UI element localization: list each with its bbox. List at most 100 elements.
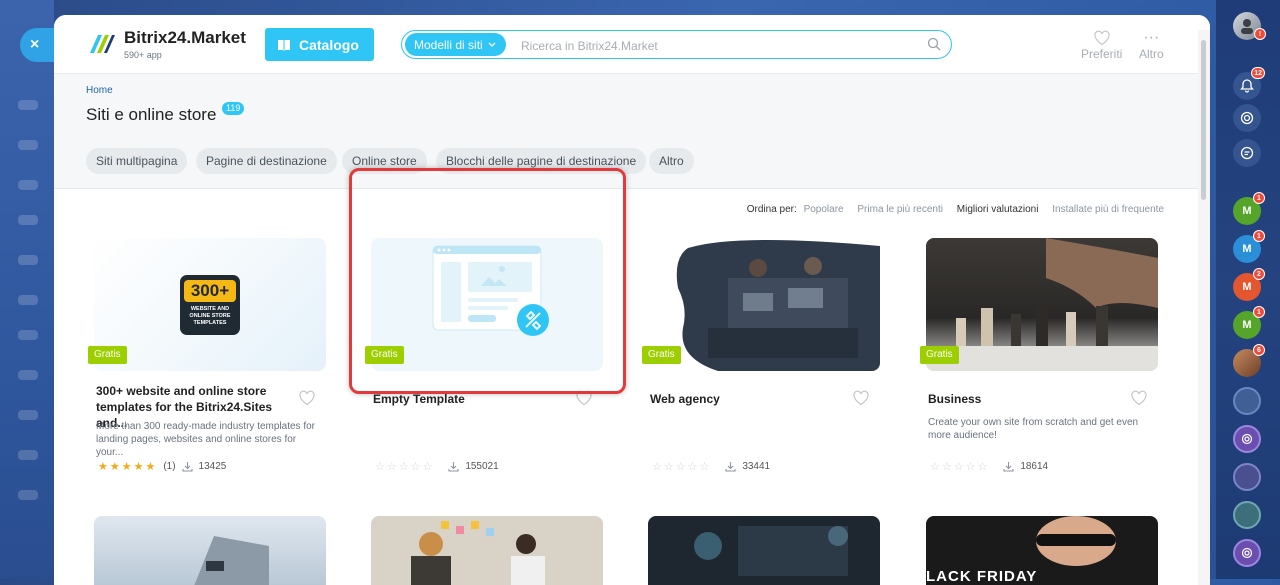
contact-badge: 1 [1253,230,1265,242]
background-ghost [18,295,38,305]
rating-stars: ★★★★★ [98,461,158,473]
spiral-icon [1240,111,1254,125]
template-card-row2-2[interactable] [371,516,603,585]
sort-label: Ordina per: [746,204,797,215]
rating-stars: ☆☆☆☆☆ [930,461,990,473]
market-content: Home Siti e online store 119 Siti multip… [54,74,1198,585]
scrollbar-thumb[interactable] [1201,40,1206,200]
background-ghost [18,100,38,110]
contact-badge: 2 [1253,268,1265,280]
pulse-button[interactable] [1233,104,1261,132]
free-tag: Gratis [88,346,127,364]
group-avatar[interactable] [1233,463,1261,491]
avatar-letter: M [1242,243,1252,255]
user-avatar[interactable]: ! [1233,12,1266,40]
search-input[interactable] [519,34,923,57]
sort-newest[interactable]: Prima le più recenti [857,204,943,215]
team-meeting-photo [411,521,545,585]
background-left-strip [0,0,54,579]
template-card-web-agency[interactable]: Gratis Web agency ☆☆☆☆☆ 33441 [642,238,880,488]
card-meta: ☆☆☆☆☆ 33441 [652,460,770,473]
template-card-business[interactable]: Gratis Business Create your own site fro… [920,238,1158,488]
breadcrumb-home[interactable]: Home [86,85,113,96]
bell-icon [1240,79,1254,93]
free-tag: Gratis [642,346,681,364]
template-card-row2-3[interactable] [648,516,880,585]
avatar-letter: M [1242,319,1252,331]
avatar-letter: M [1242,281,1252,293]
template-card-300plus[interactable]: 300+ WEBSITE AND ONLINE STORE TEMPLATES … [88,238,326,488]
favorites-button[interactable]: Preferiti [1081,29,1122,61]
contact-avatar[interactable]: M1 [1233,306,1265,339]
background-ghost [18,370,38,380]
catalog-button[interactable]: Catalogo [265,28,374,61]
business-chess-photo [926,238,1158,371]
app-count: 590+ app [124,50,162,60]
filter-chip-multipage[interactable]: Siti multipagina [86,148,188,174]
market-header: Bitrix24.Market 590+ app Catalogo Modell… [54,15,1210,74]
card-thumbnail: 300+ WEBSITE AND ONLINE STORE TEMPLATES [94,238,326,371]
contact-badge: 1 [1253,192,1265,204]
search-icon[interactable] [927,37,941,51]
install-count: 155021 [465,461,499,472]
sort-bar: Ordina per: Popolare Prima le più recent… [747,204,1164,215]
group-avatar[interactable] [1233,539,1261,567]
group-avatar[interactable] [1233,387,1261,415]
template-card-row2-1[interactable] [94,516,326,585]
avatar-letter: M [1242,205,1252,217]
card-thumbnail [648,238,880,371]
tech-photo [694,526,848,576]
background-ghost [18,140,38,150]
card-title[interactable]: Business [928,391,1123,407]
rating-stars: ☆☆☆☆☆ [652,461,712,473]
card-meta: ☆☆☆☆☆ 18614 [930,460,1048,473]
spiral-icon [1241,433,1253,445]
chat-button[interactable] [1233,139,1261,167]
spiral-icon [1241,547,1253,559]
rating-count: (1) [163,461,176,472]
templates-badge-icon: 300+ WEBSITE AND ONLINE STORE TEMPLATES [180,275,240,335]
more-button[interactable]: ··· Altro [1139,29,1164,61]
web-agency-photo [676,239,880,371]
scrollbar[interactable] [1198,30,1210,585]
contact-badge: 1 [1253,306,1265,318]
page-title: Siti e online store [86,105,217,124]
contact-avatar[interactable]: M2 [1233,268,1265,301]
contact-avatar[interactable]: M1 [1233,230,1265,263]
group-avatar[interactable] [1233,501,1261,529]
sort-most-installed[interactable]: Installate più di frequente [1052,204,1164,215]
contact-avatar[interactable]: M1 [1233,192,1265,225]
group-avatar[interactable] [1233,425,1261,453]
heart-icon [1094,30,1110,46]
right-sidebar: ! 12 M1 M1 M2 M1 6 [1216,0,1280,579]
sort-top-rated[interactable]: Migliori valutazioni [957,204,1039,215]
black-friday-banner: LACK FRIDAY [926,568,1038,585]
notification-count-badge: 12 [1251,67,1265,79]
market-slider: Bitrix24.Market 590+ app Catalogo Modell… [54,15,1210,585]
filter-chip-more[interactable]: Altro [649,148,694,174]
template-card-row2-4[interactable]: LACK FRIDAY [926,516,1158,585]
highlight-frame [349,168,626,394]
background-ghost [18,180,38,190]
sort-popular[interactable]: Popolare [804,204,844,215]
favorite-heart-icon[interactable] [298,390,316,406]
background-ghost [18,490,38,500]
download-icon [181,462,193,472]
favorite-heart-icon[interactable] [852,390,870,406]
download-icon [1003,462,1014,472]
badge-small-text: WEBSITE AND ONLINE STORE TEMPLATES [189,306,231,326]
search-scope-select[interactable]: Modelli di siti [405,33,506,56]
filter-chip-landing[interactable]: Pagine di destinazione [196,148,337,174]
chat-icon [1240,146,1254,160]
notifications-button[interactable]: 12 [1233,67,1265,100]
section-header: Home Siti e online store 119 Siti multip… [54,74,1198,189]
card-title[interactable]: Web agency [650,391,845,407]
book-icon [278,39,290,51]
favorite-heart-icon[interactable] [1130,390,1148,406]
free-tag: Gratis [920,346,959,364]
alert-badge: ! [1254,28,1266,40]
card-description: More than 300 ready-made industry templa… [96,421,315,458]
contact-badge: 6 [1253,344,1265,356]
contact-avatar[interactable]: 6 [1233,344,1265,377]
install-count: 18614 [1020,461,1049,472]
